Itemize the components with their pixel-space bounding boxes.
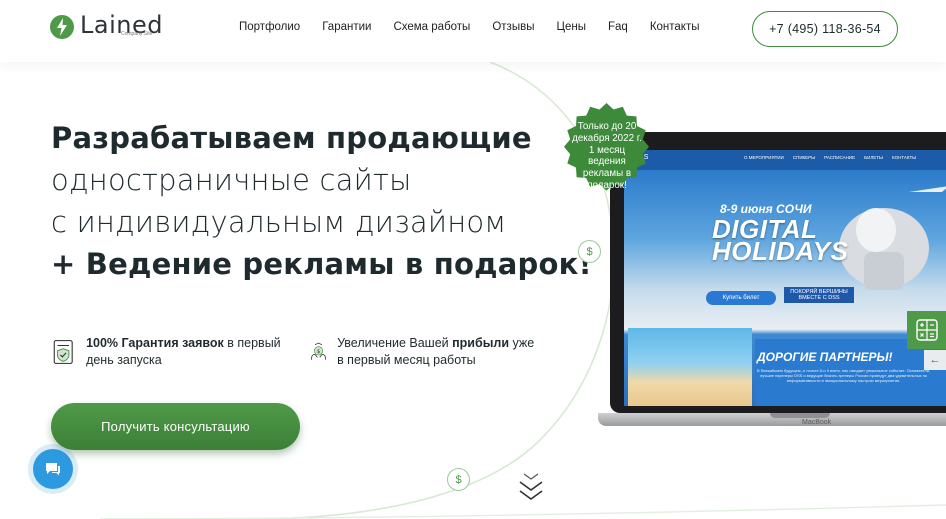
main-nav: Портфолио Гарантии Схема работы Отзывы Ц…: [239, 21, 722, 33]
svg-text:$: $: [317, 349, 320, 355]
nav-item-guarantees[interactable]: Гарантии: [322, 21, 371, 33]
hero-heading: Разрабатываем продающие одностраничные с…: [51, 117, 592, 285]
logo-tagline: Company Site: [121, 31, 153, 37]
screen-menu-item: СПИКЕРЫ: [792, 155, 816, 160]
phone-button[interactable]: +7 (495) 118-36-54: [752, 11, 898, 47]
scroll-down-icon[interactable]: [517, 471, 545, 503]
consultation-button[interactable]: Получить консультацию: [51, 403, 300, 450]
nav-item-workflow[interactable]: Схема работы: [393, 21, 470, 33]
nav-item-faq[interactable]: Faq: [608, 21, 628, 33]
feature-guarantee: 100% Гарантия заявок в первый день запус…: [51, 335, 309, 369]
calculator-button[interactable]: [907, 311, 946, 349]
screen-menu-item: БИЛЕТЫ: [864, 155, 884, 160]
screen-buy-button: Купить билет: [706, 291, 776, 305]
screen-menu-item: РАСПИСАНИЕ: [824, 155, 856, 160]
screen-menu-item: О МЕРОПРИЯТИИ: [744, 155, 784, 160]
screen-menu: О МЕРОПРИЯТИИ СПИКЕРЫ РАСПИСАНИЕ БИЛЕТЫ …: [744, 155, 916, 160]
feature-profit: $ Увеличение Вашей прибыли уже в первый …: [309, 335, 539, 369]
hero-line-3: с индивидуальным дизайном: [51, 205, 507, 239]
side-back-arrow[interactable]: ←: [924, 350, 946, 370]
screen-beach-photo: [628, 328, 752, 406]
laptop-screen: DSS О МЕРОПРИЯТИИ СПИКЕРЫ РАСПИСАНИЕ БИЛ…: [624, 150, 946, 406]
feature-profit-text: Увеличение Вашей прибыли уже в первый ме…: [337, 336, 535, 367]
logo-icon: [50, 15, 74, 39]
screen-menu-item: КОНТАКТЫ: [892, 155, 917, 160]
screen-subtitle: ПОКОРЯЙ ВЕРШИНЫ ВМЕСТЕ С DSS: [784, 287, 854, 303]
chat-icon: [46, 463, 60, 476]
nav-item-contacts[interactable]: Контакты: [650, 21, 700, 33]
screen-event-title: DIGITAL HOLIDAYS: [712, 214, 849, 266]
chat-widget-button[interactable]: [33, 449, 73, 489]
features-list: 100% Гарантия заявок в первый день запус…: [51, 335, 539, 369]
site-header: Lained Company Site Портфолио Гарантии С…: [0, 0, 946, 62]
laptop-label: MacBook: [802, 419, 832, 426]
hero-line-4: + Ведение рекламы в подарок!: [51, 247, 592, 281]
feature-guarantee-text: 100% Гарантия заявок в первый день запус…: [86, 336, 281, 367]
hero-line-1: Разрабатываем продающие: [51, 121, 532, 155]
shield-document-icon: [53, 340, 73, 364]
screen-partners-text: В ближайшем будущем, а точнее 8-и 9 июня…: [756, 368, 931, 383]
calculator-icon: [915, 319, 938, 341]
screen-navbar: DSS О МЕРОПРИЯТИИ СПИКЕРЫ РАСПИСАНИЕ БИЛ…: [624, 150, 946, 170]
money-growth-icon: $: [310, 342, 327, 360]
nav-item-portfolio[interactable]: Портфолио: [239, 21, 300, 33]
hero-line-2: одностраничные сайты: [51, 163, 412, 197]
laptop-notch: [770, 413, 830, 418]
promo-text: Только до 20 декабря 2022 г. 1 месяц вед…: [572, 121, 642, 191]
nav-item-prices[interactable]: Цены: [556, 21, 586, 33]
nav-item-reviews[interactable]: Отзывы: [492, 21, 534, 33]
screen-partners-title: ДОРОГИЕ ПАРТНЕРЫ!: [757, 350, 893, 364]
dollar-marker: $: [447, 468, 470, 491]
